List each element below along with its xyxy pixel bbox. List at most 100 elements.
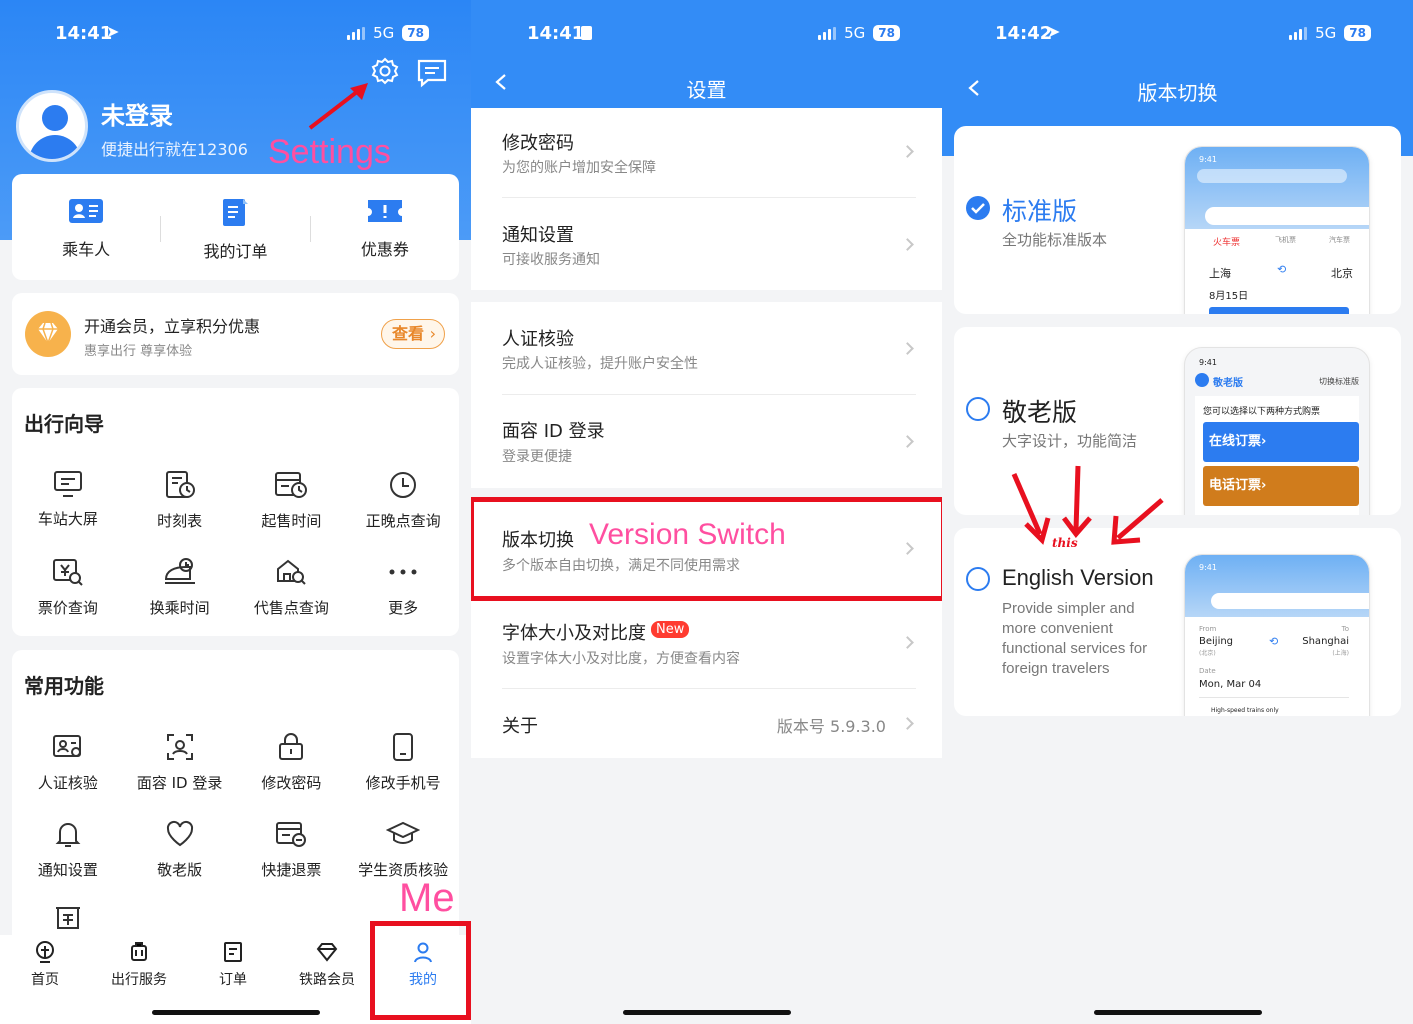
refund-ticket-icon bbox=[276, 822, 307, 847]
more-dots-icon bbox=[389, 569, 417, 575]
version-switch-screen: 14:42 ➤ 5G 78 版本切换 标准版 全功能标准版本 9:41 火车票 … bbox=[942, 0, 1413, 1024]
id-card-status-icon bbox=[581, 26, 592, 40]
guide-transfer-time[interactable]: 换乘时间 bbox=[124, 557, 236, 618]
version-title: 标准版 bbox=[1002, 197, 1078, 226]
quick-label: 乘车人 bbox=[62, 240, 111, 259]
passenger-card-icon bbox=[69, 199, 104, 223]
version-option-english[interactable]: English Version Provide simpler and more… bbox=[954, 528, 1401, 716]
guide-label: 正晚点查询 bbox=[365, 512, 441, 530]
status-time: 14:41 bbox=[55, 23, 113, 44]
guide-label: 时刻表 bbox=[157, 512, 203, 530]
chevron-right-icon: › bbox=[429, 324, 436, 343]
guide-more[interactable]: 更多 bbox=[347, 557, 459, 618]
agency-search-icon bbox=[277, 559, 307, 585]
tab-rail-member[interactable]: 铁路会员 bbox=[299, 941, 355, 989]
guide-price-query[interactable]: 票价查询 bbox=[12, 557, 124, 618]
user-name[interactable]: 未登录 bbox=[101, 96, 173, 131]
quick-coupons[interactable]: 优惠券 bbox=[311, 196, 459, 262]
common-face-id[interactable]: 面容 ID 登录 bbox=[124, 732, 236, 793]
transfer-train-icon bbox=[164, 558, 195, 584]
member-card[interactable]: 开通会员，立享积分优惠 惠享出行 尊享体验 查看 › bbox=[12, 293, 459, 375]
lock-icon bbox=[279, 733, 304, 760]
settings-row-font-size[interactable]: 字体大小及对比度 New 设置字体大小及对比度，方便查看内容 bbox=[471, 597, 942, 689]
guide-label: 代售点查询 bbox=[253, 599, 329, 617]
home-indicator bbox=[1094, 1010, 1262, 1015]
signal-icon bbox=[818, 26, 837, 40]
common-label: 人证核验 bbox=[37, 774, 98, 792]
version-desc: 全功能标准版本 bbox=[1002, 231, 1108, 249]
version-option-standard[interactable]: 标准版 全功能标准版本 9:41 火车票 飞机票 汽车票 上海 ⟲ 北京 8月1… bbox=[954, 126, 1401, 314]
row-title: 修改密码 bbox=[502, 133, 574, 154]
annotation-me: Me bbox=[399, 876, 455, 920]
guide-delay-query[interactable]: 正晚点查询 bbox=[347, 470, 459, 531]
preview-english: 9:41 From Beijing (北京) ⟲ To Shanghai (上海… bbox=[1184, 554, 1370, 716]
preview-standard: 9:41 火车票 飞机票 汽车票 上海 ⟲ 北京 8月15日 bbox=[1184, 146, 1370, 314]
guide-label: 换乘时间 bbox=[149, 599, 210, 617]
home-rail-icon bbox=[36, 941, 54, 963]
common-id-verify[interactable]: 人证核验 bbox=[12, 732, 124, 793]
tab-travel-service[interactable]: 出行服务 bbox=[111, 941, 167, 989]
common-notification[interactable]: 通知设置 bbox=[12, 819, 124, 880]
settings-row-notification[interactable]: 通知设置 可接收服务通知 bbox=[471, 198, 942, 290]
screen-icon bbox=[53, 471, 82, 497]
common-change-password[interactable]: 修改密码 bbox=[236, 732, 348, 793]
row-title: 面容 ID 登录 bbox=[502, 421, 605, 442]
annotation-version-switch: Version Switch bbox=[589, 518, 786, 551]
common-functions-card: 常用功能 人证核验 面容 ID 登录 修改密码 修改手机号 通知设置 敬老版 快… bbox=[12, 650, 459, 950]
new-badge: New bbox=[651, 621, 690, 638]
common-change-phone[interactable]: 修改手机号 bbox=[347, 732, 459, 793]
quick-label: 我的订单 bbox=[203, 242, 268, 261]
order-icon bbox=[224, 942, 242, 962]
settings-row-id-verify[interactable]: 人证核验 完成人证核验，提升账户安全性 bbox=[471, 302, 942, 394]
settings-row-change-password[interactable]: 修改密码 为您的账户增加安全保障 bbox=[471, 108, 942, 198]
invoice-icon[interactable] bbox=[53, 904, 83, 932]
annotation-this: this bbox=[1052, 536, 1078, 550]
tab-home[interactable]: 首页 bbox=[31, 941, 59, 989]
battery-icon: 78 bbox=[873, 25, 900, 41]
radio-unchecked-icon[interactable] bbox=[966, 397, 990, 421]
settings-row-about[interactable]: 关于 版本号 5.9.3.0 bbox=[471, 689, 942, 758]
network-label: 5G bbox=[1315, 24, 1337, 42]
clock-icon bbox=[390, 472, 417, 498]
status-time: 14:41 bbox=[527, 23, 585, 44]
guide-timetable[interactable]: 时刻表 bbox=[124, 470, 236, 531]
common-elder-version[interactable]: 敬老版 bbox=[124, 819, 236, 880]
common-student-verify[interactable]: 学生资质核验 bbox=[347, 819, 459, 880]
chevron-right-icon bbox=[901, 435, 914, 448]
tab-orders[interactable]: 订单 bbox=[219, 941, 247, 989]
annotation-arrow bbox=[308, 83, 368, 130]
avatar[interactable] bbox=[16, 90, 88, 162]
message-icon[interactable] bbox=[416, 58, 448, 88]
row-subtitle: 为您的账户增加安全保障 bbox=[502, 160, 656, 176]
version-number: 版本号 5.9.3.0 bbox=[776, 717, 886, 736]
common-label: 敬老版 bbox=[157, 861, 203, 879]
guide-agency-query[interactable]: 代售点查询 bbox=[236, 557, 348, 618]
version-desc: Provide simpler and more convenient func… bbox=[1002, 600, 1148, 677]
member-view-button[interactable]: 查看 › bbox=[381, 319, 445, 349]
guide-station-screen[interactable]: 车站大屏 bbox=[12, 470, 124, 531]
preview-elder: 9:41 敬老版 切换标准版 您可以选择以下两种方式购票 在线订票› 电话订票› bbox=[1184, 347, 1370, 515]
coupon-icon bbox=[367, 200, 402, 222]
guide-sale-time[interactable]: 起售时间 bbox=[236, 470, 348, 531]
member-diamond-icon bbox=[25, 311, 71, 357]
radio-unchecked-icon[interactable] bbox=[966, 567, 990, 591]
common-quick-refund[interactable]: 快捷退票 bbox=[236, 819, 348, 880]
diamond-icon bbox=[316, 943, 338, 962]
chevron-right-icon bbox=[901, 717, 914, 730]
quick-passenger[interactable]: 乘车人 bbox=[12, 196, 160, 262]
settings-row-face-id[interactable]: 面容 ID 登录 登录更便捷 bbox=[471, 395, 942, 488]
location-arrow-icon: ➤ bbox=[1047, 22, 1061, 41]
location-arrow-icon: ➤ bbox=[106, 22, 120, 41]
guide-label: 起售时间 bbox=[261, 512, 322, 530]
row-title: 人证核验 bbox=[502, 329, 574, 350]
bell-icon bbox=[55, 823, 81, 847]
status-bar: 14:42 ➤ 5G 78 bbox=[942, 0, 1413, 70]
swap-icon: ⟲ bbox=[1277, 263, 1287, 276]
graduation-cap-icon bbox=[386, 821, 421, 844]
radio-checked-icon[interactable] bbox=[966, 196, 990, 220]
battery-icon: 78 bbox=[402, 25, 429, 41]
chevron-right-icon bbox=[901, 238, 914, 251]
battery-icon: 78 bbox=[1344, 25, 1371, 41]
quick-my-orders[interactable]: 我的订单 bbox=[161, 196, 309, 262]
network-label: 5G bbox=[844, 24, 866, 42]
